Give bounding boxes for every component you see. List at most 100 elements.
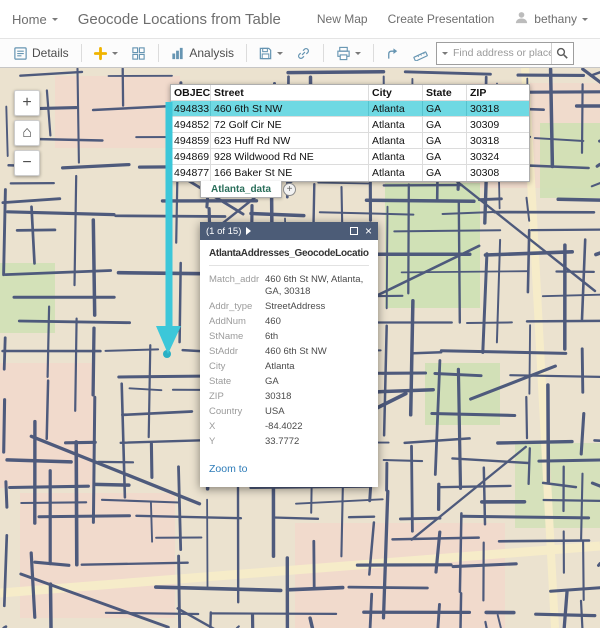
close-icon[interactable]: × [365,225,372,237]
cell-city: Atlanta [369,165,423,181]
popup-field: City Atlanta [209,361,369,373]
popup-field: Addr_type StreetAddress [209,301,369,313]
field-label: StAddr [209,346,239,357]
field-label: ZIP [209,391,224,402]
search-submit-button[interactable] [551,42,573,64]
popup-field: State GA [209,376,369,388]
cell-street: 928 Wildwood Rd NE [211,149,369,164]
chevron-down-icon [277,51,284,55]
cell-state: GA [423,149,467,164]
popup-header: (1 of 15) × [200,222,378,240]
map-toolbar: Details Analysis [0,38,600,68]
search-icon [556,47,568,59]
table-row[interactable]: 494852 72 Golf Cir NE Atlanta GA 30309 [171,117,529,133]
feature-popup: (1 of 15) × AtlantaAddresses_GeocodeLoca… [200,222,378,487]
analysis-icon [172,47,183,59]
cell-street: 166 Baker St NE [211,165,369,181]
search-box [436,41,575,65]
zoom-out-button[interactable]: − [14,150,40,176]
chevron-down-icon [354,51,361,55]
table-row-selected[interactable]: 494833 460 6th St NW Atlanta GA 30318 [171,101,529,117]
save-button[interactable] [253,43,288,64]
field-label: State [209,376,232,387]
field-value: GA [265,376,279,387]
details-button[interactable]: Details [8,43,74,64]
cell-objectid: 494869 [171,149,211,164]
field-value: 460 6th St NW [265,346,327,357]
cell-objectid: 494877 [171,165,211,181]
field-value: 30318 [265,391,292,402]
popup-field: Match_addr 460 6th St NW, Atlanta, GA, 3… [209,274,369,298]
share-link-button[interactable] [291,43,316,64]
add-layer-button[interactable] [88,43,123,64]
attribute-table: OBJECTID Street City State ZIP 494833 46… [170,84,530,182]
table-row[interactable]: 494877 166 Baker St NE Atlanta GA 30308 [171,165,529,181]
cell-zip: 30308 [470,167,500,179]
expand-icon[interactable] [349,227,358,235]
search-scope-dropdown[interactable] [437,43,453,64]
add-table-button[interactable]: + [283,183,296,196]
popup-field: StAddr 460 6th St NW [209,346,369,358]
popup-field: StName 6th [209,331,369,343]
cell-city: Atlanta [369,149,423,164]
cell-state: GA [423,165,467,181]
home-extent-button[interactable]: ⌂ [14,120,40,146]
search-input[interactable] [453,47,552,59]
field-label: X [209,421,216,432]
column-header[interactable]: Street [211,85,369,100]
popup-pagination: (1 of 15) [206,225,242,237]
cell-zip: 30324 [470,150,500,163]
field-value: StreetAddress [265,301,326,312]
analysis-button[interactable]: Analysis [165,43,239,64]
new-map-link[interactable]: New Map [317,12,368,26]
avatar-icon [514,10,529,28]
add-icon [93,46,108,60]
zoom-to-link[interactable]: Zoom to [209,463,248,475]
cell-state: GA [423,117,467,132]
cell-objectid: 494859 [171,133,211,148]
popup-title: AtlantaAddresses_GeocodeLocations [209,248,369,266]
cell-objectid: 494833 [171,101,211,116]
cell-street: 623 Huff Rd NW [211,133,369,148]
field-value: Atlanta [265,361,295,372]
app-header: Home Geocode Locations from Table New Ma… [0,0,600,38]
home-label: Home [12,11,47,27]
cell-city: Atlanta [369,101,423,116]
cell-zip: 30318 [470,102,500,115]
directions-icon [388,47,398,59]
cell-city: Atlanta [369,133,423,148]
table-row[interactable]: 494869 928 Wildwood Rd NE Atlanta GA 303… [171,149,529,165]
popup-field: Country USA [209,406,369,418]
field-value: USA [265,406,285,417]
create-presentation-link[interactable]: Create Presentation [388,12,495,26]
cell-zip: 30309 [470,118,500,131]
chevron-down-icon [582,17,588,21]
cell-objectid: 494852 [171,117,211,132]
analysis-label: Analysis [189,46,235,60]
user-menu[interactable]: bethany [514,10,588,28]
popup-body: AtlantaAddresses_GeocodeLocations Match_… [200,240,378,487]
print-button[interactable] [331,43,366,64]
basemap-button[interactable] [126,43,151,64]
column-header[interactable]: City [369,85,423,100]
zoom-controls: + ⌂ − [14,90,40,176]
chevron-down-icon [112,51,119,55]
home-menu[interactable]: Home [12,12,58,27]
column-header[interactable]: OBJECTID [171,85,211,100]
table-header-row: OBJECTID Street City State ZIP [171,85,529,101]
directions-button[interactable] [380,43,405,64]
measure-button[interactable] [408,43,433,64]
popup-field: ZIP 30318 [209,391,369,403]
map-canvas[interactable]: + ⌂ − OBJECTID Street City State ZIP 494… [0,68,600,628]
next-feature-icon[interactable] [246,227,252,235]
table-tab-atlanta-data[interactable]: Atlanta_data [200,181,283,198]
column-header[interactable]: State [423,85,467,100]
field-value: 460 [265,316,281,327]
basemap-icon [132,46,145,60]
zoom-in-button[interactable]: + [14,90,40,116]
column-header[interactable]: ZIP [467,85,529,100]
cell-zip: 30318 [470,134,500,147]
table-row[interactable]: 494859 623 Huff Rd NW Atlanta GA 30318 [171,133,529,149]
link-icon [298,47,310,59]
page-title: Geocode Locations from Table [77,10,281,28]
